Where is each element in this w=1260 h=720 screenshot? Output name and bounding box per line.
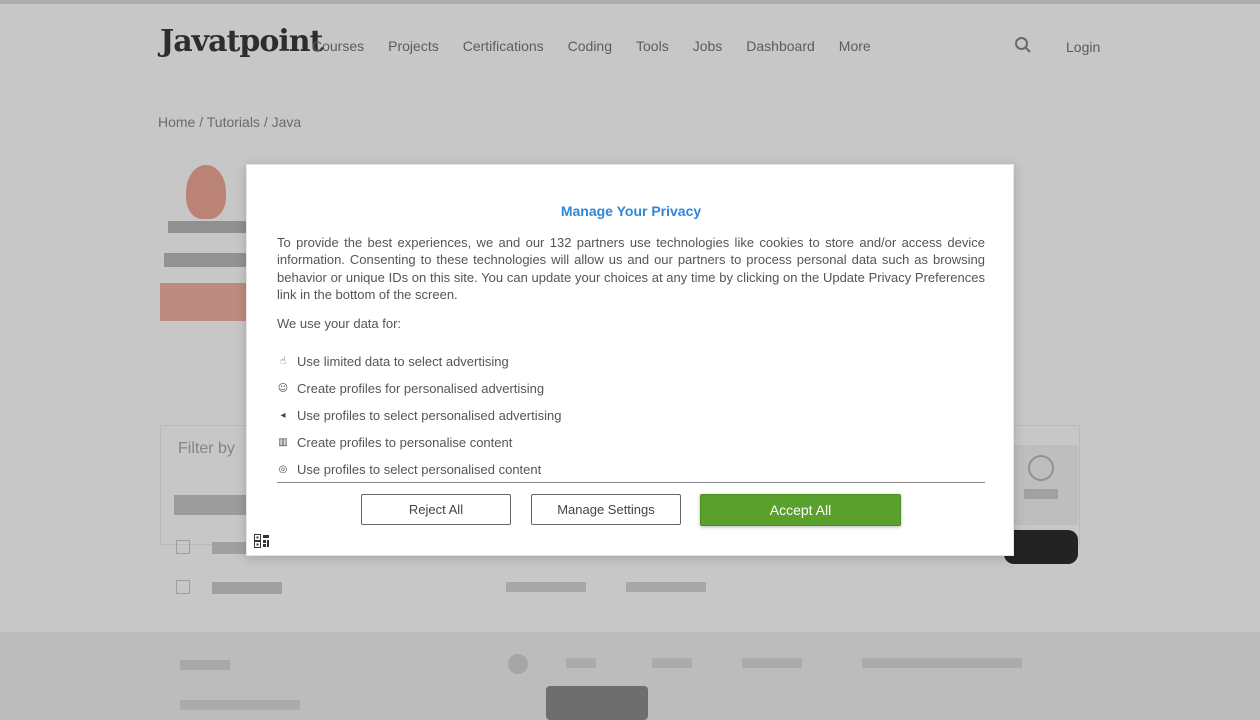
purpose-label: Use profiles to select personalised cont… (297, 462, 542, 477)
chart-icon: ▥ (278, 437, 288, 448)
modal-description: To provide the best experiences, we and … (277, 235, 985, 302)
list-item: ◎ Use profiles to select personalised co… (277, 461, 985, 488)
face-icon: ☺ (277, 383, 289, 394)
purpose-label: Create profiles for personalised adverti… (297, 381, 545, 396)
megaphone-icon: ◂ (280, 410, 286, 421)
reject-all-button[interactable]: Reject All (361, 494, 511, 525)
list-item: ▥ Create profiles to personalise content (277, 434, 985, 461)
purpose-label: Create profiles to personalise content (297, 435, 513, 450)
target-icon: ◎ (278, 464, 288, 475)
list-item: ☺ Create profiles for personalised adver… (277, 380, 985, 407)
modal-title: Manage Your Privacy (560, 203, 702, 219)
manage-settings-button[interactable]: Manage Settings (531, 494, 681, 525)
modal-lead-text: We use your data for: (277, 316, 402, 331)
hand-pointer-icon: ☝ (279, 356, 287, 367)
purpose-label: Use profiles to select personalised adve… (297, 408, 562, 423)
list-item: ◂ Use profiles to select personalised ad… (277, 407, 985, 434)
consent-manager-logo-icon (254, 534, 269, 548)
accept-all-button[interactable]: Accept All (700, 494, 901, 526)
list-item: ☝ Use limited data to select advertising (277, 353, 985, 380)
privacy-modal: Manage Your Privacy To provide the best … (246, 164, 1014, 556)
purpose-list: ☝ Use limited data to select advertising… (277, 353, 985, 483)
purpose-label: Use limited data to select advertising (297, 354, 509, 369)
